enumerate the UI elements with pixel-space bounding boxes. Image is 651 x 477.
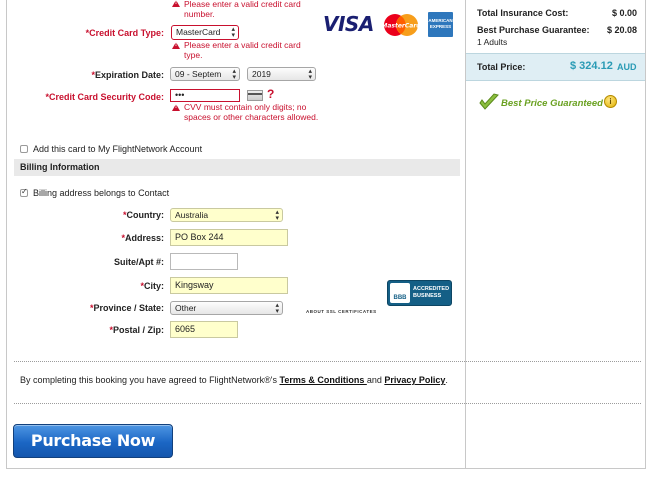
country-label: *Country: bbox=[122, 210, 164, 220]
province-value: Other bbox=[175, 303, 197, 313]
bbb-line2: BUSINESS bbox=[413, 293, 442, 299]
select-arrows-icon: ▴ ▾ bbox=[275, 302, 279, 315]
province-select[interactable]: Other ▴ ▾ bbox=[170, 301, 283, 315]
save-card-checkbox[interactable] bbox=[20, 145, 28, 153]
total-price-currency: AUD bbox=[617, 62, 637, 72]
postal-label: *Postal / Zip: bbox=[109, 325, 164, 335]
address-input[interactable]: PO Box 244 bbox=[170, 229, 288, 246]
card-type-label: *Credit Card Type: bbox=[85, 28, 164, 38]
bbb-text: ACCREDITED BUSINESS bbox=[413, 286, 449, 300]
billing-same-as-contact-label: Billing address belongs to Contact bbox=[33, 188, 170, 198]
adults-count: 1 Adults bbox=[477, 37, 508, 47]
total-price-value: $ 324.12 bbox=[570, 60, 613, 72]
city-input[interactable]: Kingsway bbox=[170, 277, 288, 294]
suite-input[interactable] bbox=[170, 253, 238, 270]
postal-input[interactable]: 6065 bbox=[170, 321, 238, 338]
expiration-month-value: 09 - Septem bbox=[175, 69, 222, 79]
warning-icon bbox=[172, 0, 180, 7]
cvv-label: *Credit Card Security Code: bbox=[45, 92, 164, 102]
warning-icon bbox=[172, 42, 180, 49]
purchase-now-button[interactable]: Purchase Now bbox=[13, 424, 173, 458]
card-type-error: Please enter a valid credit card type. bbox=[184, 40, 301, 60]
cvv-input[interactable]: ••• bbox=[170, 89, 240, 102]
amex-logo-icon: AMERICAN EXPRESS bbox=[428, 12, 453, 37]
bbb-torch-icon: BBB bbox=[390, 283, 410, 303]
cvv-error: CVV must contain only digits; no spaces … bbox=[184, 102, 319, 122]
terms-and: and bbox=[366, 375, 385, 385]
terms-prefix: By completing this booking you have agre… bbox=[20, 375, 280, 385]
separator bbox=[14, 403, 641, 404]
card-type-select[interactable]: MasterCard ▴ ▾ bbox=[171, 25, 239, 40]
suite-label: Suite/Apt #: bbox=[113, 257, 164, 267]
card-type-value: MasterCard bbox=[176, 27, 221, 37]
svg-text:MasterCard: MasterCard bbox=[382, 23, 420, 30]
billing-section-header: Billing Information bbox=[14, 159, 460, 176]
terms-suffix: . bbox=[445, 375, 448, 385]
expiration-year-select[interactable]: 2019 ▴ ▾ bbox=[247, 67, 316, 81]
terms-conditions-link[interactable]: Terms & Conditions bbox=[279, 375, 366, 385]
select-arrows-icon: ▴ ▾ bbox=[232, 68, 236, 81]
total-price-label: Total Price: bbox=[477, 62, 526, 72]
separator bbox=[14, 361, 641, 362]
guarantee-label: Best Purchase Guarantee: bbox=[477, 25, 590, 35]
select-arrows-icon: ▴ ▾ bbox=[275, 209, 279, 222]
info-icon[interactable]: i bbox=[604, 95, 617, 108]
warning-icon bbox=[172, 104, 180, 111]
privacy-policy-link[interactable]: Privacy Policy bbox=[384, 375, 445, 385]
expiration-month-select[interactable]: 09 - Septem ▴ ▾ bbox=[170, 67, 240, 81]
bbb-line1: ACCREDITED bbox=[413, 286, 450, 292]
select-arrows-icon: ▴ ▾ bbox=[231, 26, 235, 39]
card-number-error: Please enter a valid credit card number. bbox=[184, 0, 301, 19]
city-label: *City: bbox=[140, 281, 164, 291]
insurance-label: Total Insurance Cost: bbox=[477, 8, 569, 18]
select-arrows-icon: ▴ ▾ bbox=[308, 68, 312, 81]
expiration-year-value: 2019 bbox=[252, 69, 271, 79]
best-price-guaranteed-text: Best Price Guaranteed bbox=[501, 98, 603, 109]
expiration-label: *Expiration Date: bbox=[91, 70, 164, 80]
save-card-label: Add this card to My FlightNetwork Accoun… bbox=[33, 144, 203, 154]
visa-logo-icon: VISA bbox=[323, 12, 374, 36]
billing-same-as-contact-checkbox[interactable] bbox=[20, 187, 28, 197]
ssl-certificates-link[interactable]: ABOUT SSL CERTIFICATES bbox=[306, 309, 377, 314]
mastercard-logo-icon: MasterCard bbox=[381, 13, 421, 37]
bbb-accredited-badge[interactable]: BBB ACCREDITED BUSINESS bbox=[387, 280, 452, 306]
country-select[interactable]: Australia ▴ ▾ bbox=[170, 208, 283, 222]
total-price-box: Total Price: $ 324.12 AUD bbox=[466, 53, 645, 81]
country-value: Australia bbox=[175, 210, 209, 220]
cvv-help-icon[interactable]: ? bbox=[267, 87, 274, 101]
address-label: *Address: bbox=[121, 233, 164, 243]
cvv-card-icon bbox=[247, 90, 263, 101]
checkmark-icon bbox=[479, 93, 499, 111]
insurance-value: $ 0.00 bbox=[611, 8, 637, 18]
province-label: *Province / State: bbox=[89, 303, 164, 313]
guarantee-value: $ 20.08 bbox=[606, 25, 637, 35]
terms-text: By completing this booking you have agre… bbox=[20, 375, 448, 385]
